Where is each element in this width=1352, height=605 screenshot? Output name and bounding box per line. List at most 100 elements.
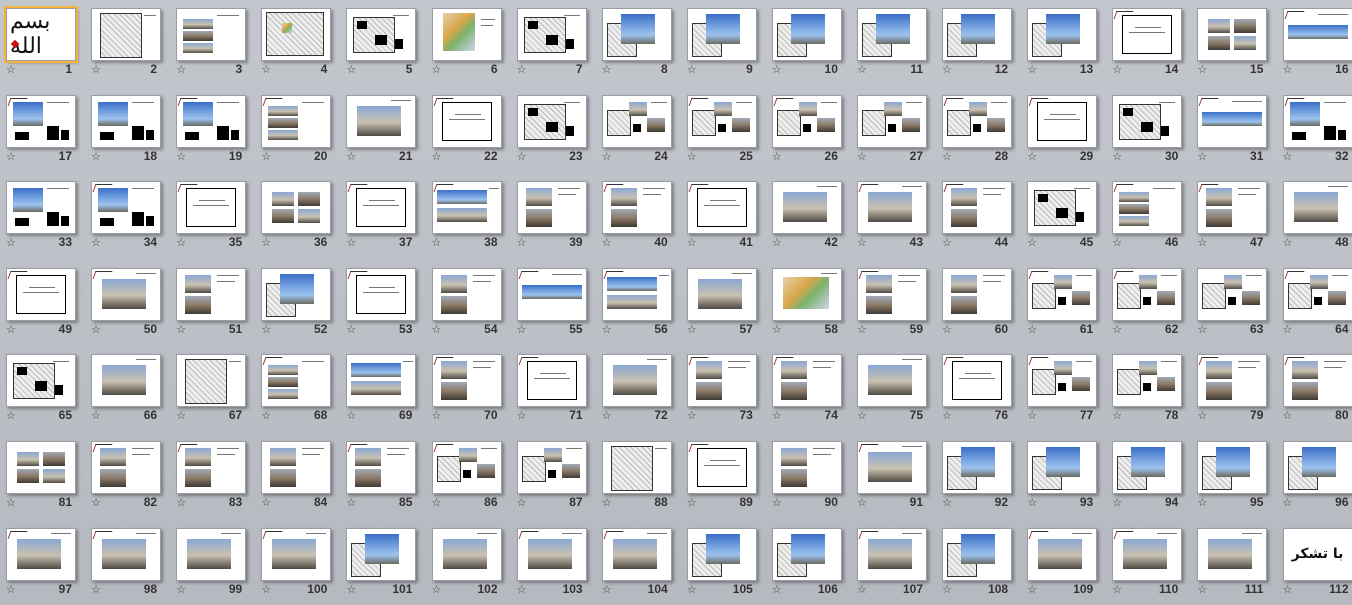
slide-thumbnail[interactable]: ☆91 [853,435,937,518]
transition-star-icon[interactable]: ☆ [687,324,697,336]
transition-star-icon[interactable]: ☆ [772,584,782,596]
transition-star-icon[interactable]: ☆ [602,237,612,249]
slide-preview[interactable] [942,354,1012,407]
transition-star-icon[interactable]: ☆ [772,324,782,336]
slide-thumbnail[interactable]: ☆67 [172,348,256,431]
transition-star-icon[interactable]: ☆ [432,497,442,509]
transition-star-icon[interactable]: ☆ [1197,324,1207,336]
transition-star-icon[interactable]: ☆ [432,324,442,336]
slide-preview[interactable] [1112,528,1182,581]
transition-star-icon[interactable]: ☆ [261,237,271,249]
transition-star-icon[interactable]: ☆ [1027,324,1037,336]
transition-star-icon[interactable]: ☆ [176,237,186,249]
transition-star-icon[interactable]: ☆ [432,237,442,249]
slide-preview[interactable] [6,268,76,321]
transition-star-icon[interactable]: ☆ [517,410,527,422]
transition-star-icon[interactable]: ☆ [432,410,442,422]
transition-star-icon[interactable]: ☆ [857,497,867,509]
slide-preview[interactable] [687,8,757,61]
slide-preview[interactable] [176,354,246,407]
transition-star-icon[interactable]: ☆ [517,497,527,509]
slide-preview[interactable] [432,354,502,407]
slide-preview[interactable] [1197,528,1267,581]
transition-star-icon[interactable]: ☆ [6,64,16,76]
slide-thumbnail[interactable]: ☆45 [1023,175,1107,258]
slide-preview[interactable] [857,528,927,581]
slide-preview[interactable] [517,528,587,581]
slide-preview[interactable] [942,268,1012,321]
slide-thumbnail[interactable]: ☆28 [938,89,1022,172]
transition-star-icon[interactable]: ☆ [91,324,101,336]
transition-star-icon[interactable]: ☆ [6,237,16,249]
slide-preview[interactable] [517,8,587,61]
transition-star-icon[interactable]: ☆ [1112,584,1122,596]
slide-thumbnail[interactable]: ☆44 [938,175,1022,258]
transition-star-icon[interactable]: ☆ [1027,410,1037,422]
transition-star-icon[interactable]: ☆ [602,410,612,422]
transition-star-icon[interactable]: ☆ [517,584,527,596]
transition-star-icon[interactable]: ☆ [1197,410,1207,422]
slide-preview[interactable] [1197,354,1267,407]
slide-thumbnail[interactable]: ☆13 [1023,2,1107,85]
slide-thumbnail[interactable]: ☆86 [428,435,512,518]
slide-preview[interactable] [261,95,331,148]
transition-star-icon[interactable]: ☆ [772,237,782,249]
slide-sorter-view[interactable]: بسم الله☆1☆2☆3☆4☆5☆6☆7☆8☆9☆10☆11☆12☆13☆1… [0,0,1352,604]
transition-star-icon[interactable]: ☆ [1283,324,1293,336]
slide-thumbnail[interactable]: ☆101 [342,522,426,605]
slide-preview[interactable] [432,441,502,494]
transition-star-icon[interactable]: ☆ [942,410,952,422]
slide-thumbnail[interactable]: ☆82 [87,435,171,518]
slide-preview[interactable] [942,95,1012,148]
transition-star-icon[interactable]: ☆ [1112,324,1122,336]
transition-star-icon[interactable]: ☆ [942,584,952,596]
slide-preview[interactable] [1283,441,1352,494]
transition-star-icon[interactable]: ☆ [772,64,782,76]
transition-star-icon[interactable]: ☆ [261,584,271,596]
slide-preview[interactable]: با تشکر [1283,528,1352,581]
slide-thumbnail[interactable]: ☆108 [938,522,1022,605]
slide-preview[interactable] [687,354,757,407]
slide-preview[interactable] [261,8,331,61]
transition-star-icon[interactable]: ☆ [1197,64,1207,76]
transition-star-icon[interactable]: ☆ [1283,584,1293,596]
slide-thumbnail[interactable]: ☆76 [938,348,1022,431]
slide-preview[interactable] [687,268,757,321]
slide-preview[interactable] [176,528,246,581]
transition-star-icon[interactable]: ☆ [6,324,16,336]
slide-preview[interactable] [91,95,161,148]
slide-thumbnail[interactable]: ☆92 [938,435,1022,518]
slide-thumbnail[interactable]: ☆30 [1108,89,1192,172]
slide-preview[interactable] [517,95,587,148]
slide-thumbnail[interactable]: ☆8 [598,2,682,85]
slide-thumbnail[interactable]: ☆111 [1193,522,1277,605]
transition-star-icon[interactable]: ☆ [942,497,952,509]
slide-thumbnail[interactable]: ☆68 [257,348,341,431]
slide-preview[interactable] [432,181,502,234]
transition-star-icon[interactable]: ☆ [6,584,16,596]
transition-star-icon[interactable]: ☆ [517,324,527,336]
slide-thumbnail[interactable]: ☆48 [1279,175,1352,258]
transition-star-icon[interactable]: ☆ [346,64,356,76]
transition-star-icon[interactable]: ☆ [1197,497,1207,509]
slide-preview[interactable] [1027,8,1097,61]
slide-thumbnail[interactable]: ☆52 [257,262,341,345]
slide-thumbnail[interactable]: ☆26 [768,89,852,172]
slide-thumbnail[interactable]: ☆34 [87,175,171,258]
slide-preview[interactable] [91,441,161,494]
slide-thumbnail[interactable]: ☆99 [172,522,256,605]
slide-preview[interactable] [6,354,76,407]
transition-star-icon[interactable]: ☆ [261,497,271,509]
transition-star-icon[interactable]: ☆ [857,237,867,249]
slide-thumbnail[interactable]: ☆62 [1108,262,1192,345]
transition-star-icon[interactable]: ☆ [602,497,612,509]
slide-thumbnail[interactable]: ☆69 [342,348,426,431]
slide-preview[interactable] [687,181,757,234]
slide-preview[interactable] [1283,354,1352,407]
slide-preview[interactable] [346,181,416,234]
slide-preview[interactable] [602,8,672,61]
transition-star-icon[interactable]: ☆ [857,64,867,76]
slide-preview[interactable] [1197,181,1267,234]
slide-preview[interactable] [432,268,502,321]
transition-star-icon[interactable]: ☆ [176,410,186,422]
